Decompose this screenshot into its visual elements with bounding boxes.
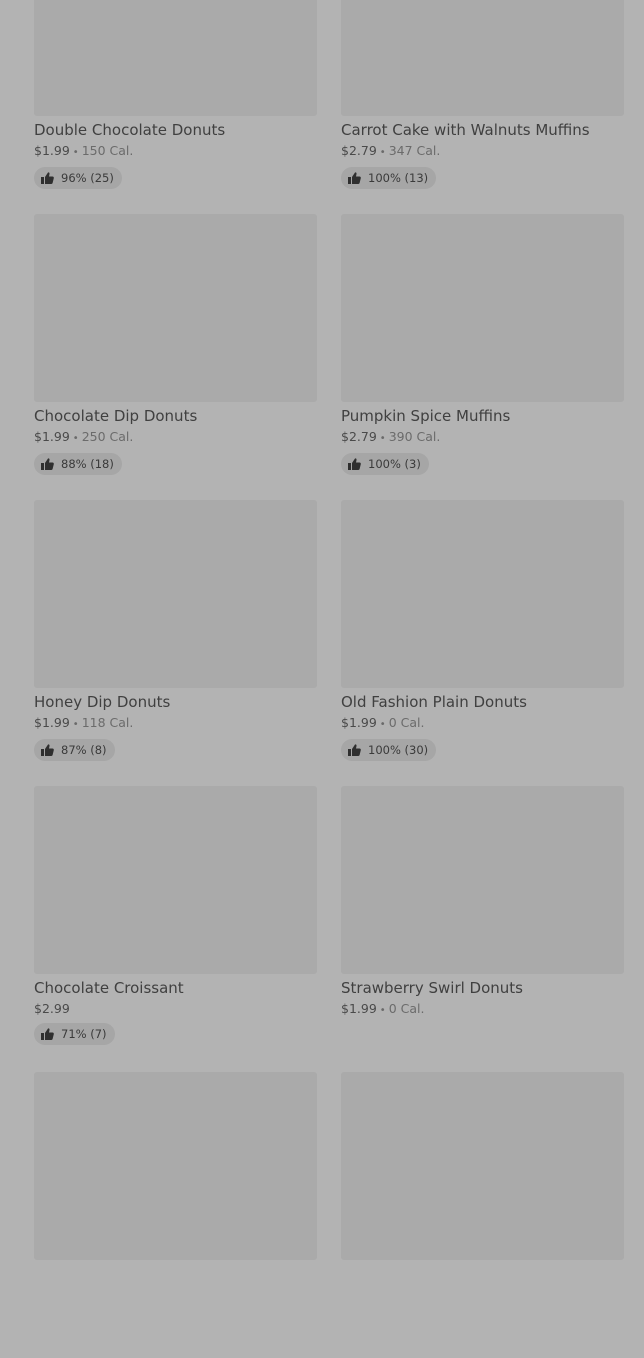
menu-item-card[interactable]	[341, 1072, 624, 1358]
item-calories: 250 Cal.	[81, 429, 134, 444]
separator: •	[72, 147, 79, 158]
rating-text: 87% (8)	[61, 743, 107, 757]
menu-item-card[interactable]: Old Fashion Plain Donuts $1.99 • 0 Cal. 10…	[341, 500, 624, 786]
separator: •	[72, 719, 79, 730]
separator: •	[379, 719, 386, 730]
item-calories: 347 Cal.	[388, 143, 441, 158]
item-name: Old Fashion Plain Donuts	[341, 693, 527, 711]
item-image-placeholder[interactable]	[34, 500, 317, 688]
menu-item-card[interactable]	[34, 1072, 317, 1358]
menu-item-card[interactable]: Chocolate Croissant $2.99 71% (7)	[34, 786, 317, 1072]
rating-text: 88% (18)	[61, 457, 114, 471]
item-calories: 118 Cal.	[81, 715, 134, 730]
item-image-placeholder[interactable]	[341, 786, 624, 974]
item-name: Strawberry Swirl Donuts	[341, 979, 523, 997]
rating-badge: 96% (25)	[34, 167, 122, 189]
rating-text: 100% (13)	[368, 171, 429, 185]
item-price: $1.99	[34, 143, 70, 158]
item-name: Chocolate Croissant	[34, 979, 184, 997]
item-price-calories: $2.99	[34, 1001, 317, 1017]
item-image-placeholder[interactable]	[34, 1072, 317, 1260]
thumbs-up-icon	[41, 1028, 54, 1040]
item-name: Honey Dip Donuts	[34, 693, 171, 711]
rating-badge: 100% (30)	[341, 739, 437, 761]
item-calories: 0 Cal.	[388, 1001, 425, 1016]
item-price-calories: $1.99 • 0 Cal.	[341, 715, 624, 733]
item-price-calories: $1.99 • 250 Cal.	[34, 429, 317, 447]
item-image-placeholder[interactable]	[34, 786, 317, 974]
menu-item-card[interactable]: Pumpkin Spice Muffins $2.79 • 390 Cal. 100…	[341, 214, 624, 500]
item-image-placeholder[interactable]	[341, 1072, 624, 1260]
thumbs-up-icon	[348, 744, 361, 756]
rating-badge: 100% (3)	[341, 453, 429, 475]
item-price: $2.79	[341, 429, 377, 444]
separator: •	[379, 1005, 386, 1016]
item-image-placeholder[interactable]	[341, 500, 624, 688]
item-price: $2.99	[34, 1001, 70, 1016]
rating-badge: 100% (13)	[341, 167, 437, 189]
thumbs-up-icon	[41, 458, 54, 470]
rating-text: 96% (25)	[61, 171, 114, 185]
thumbs-up-icon	[348, 458, 361, 470]
item-calories: 0 Cal.	[388, 715, 425, 730]
item-name: Chocolate Dip Donuts	[34, 407, 198, 425]
item-image-placeholder[interactable]	[341, 214, 624, 402]
menu-item-card[interactable]: Double Chocolate Donuts $1.99 • 150 Cal. 9…	[34, 0, 317, 214]
rating-text: 100% (30)	[368, 743, 429, 757]
item-name: Carrot Cake with Walnuts Muffins	[341, 121, 590, 139]
menu-item-card[interactable]: Chocolate Dip Donuts $1.99 • 250 Cal. 88% …	[34, 214, 317, 500]
item-price: $1.99	[341, 715, 377, 730]
item-name: Pumpkin Spice Muffins	[341, 407, 511, 425]
rating-badge: 88% (18)	[34, 453, 122, 475]
thumbs-up-icon	[41, 744, 54, 756]
item-price: $2.79	[341, 143, 377, 158]
menu-item-card[interactable]: Strawberry Swirl Donuts $1.99 • 0 Cal.	[341, 786, 624, 1072]
thumbs-up-icon	[348, 172, 361, 184]
separator: •	[379, 433, 386, 444]
thumbs-up-icon	[41, 172, 54, 184]
item-price-calories: $1.99 • 0 Cal.	[341, 1001, 624, 1019]
item-calories: 150 Cal.	[81, 143, 134, 158]
rating-text: 71% (7)	[61, 1027, 107, 1041]
rating-badge: 87% (8)	[34, 739, 115, 761]
item-calories: 390 Cal.	[388, 429, 441, 444]
item-price: $1.99	[34, 429, 70, 444]
rating-text: 100% (3)	[368, 457, 421, 471]
separator: •	[72, 433, 79, 444]
item-price-calories: $1.99 • 150 Cal.	[34, 143, 317, 161]
item-image-placeholder[interactable]	[34, 214, 317, 402]
item-price: $1.99	[341, 1001, 377, 1016]
separator: •	[379, 147, 386, 158]
item-price-calories: $2.79 • 347 Cal.	[341, 143, 624, 161]
menu-item-card[interactable]: Carrot Cake with Walnuts Muffins $2.79 • 3…	[341, 0, 624, 214]
item-name: Double Chocolate Donuts	[34, 121, 226, 139]
item-price: $1.99	[34, 715, 70, 730]
menu-item-card[interactable]: Honey Dip Donuts $1.99 • 118 Cal. 87% (8)	[34, 500, 317, 786]
item-image-placeholder[interactable]	[34, 0, 317, 116]
item-image-placeholder[interactable]	[341, 0, 624, 116]
item-price-calories: $1.99 • 118 Cal.	[34, 715, 317, 733]
rating-badge: 71% (7)	[34, 1023, 115, 1045]
menu-items-grid: Double Chocolate Donuts $1.99 • 150 Cal. 9…	[34, 0, 624, 1358]
item-price-calories: $2.79 • 390 Cal.	[341, 429, 624, 447]
